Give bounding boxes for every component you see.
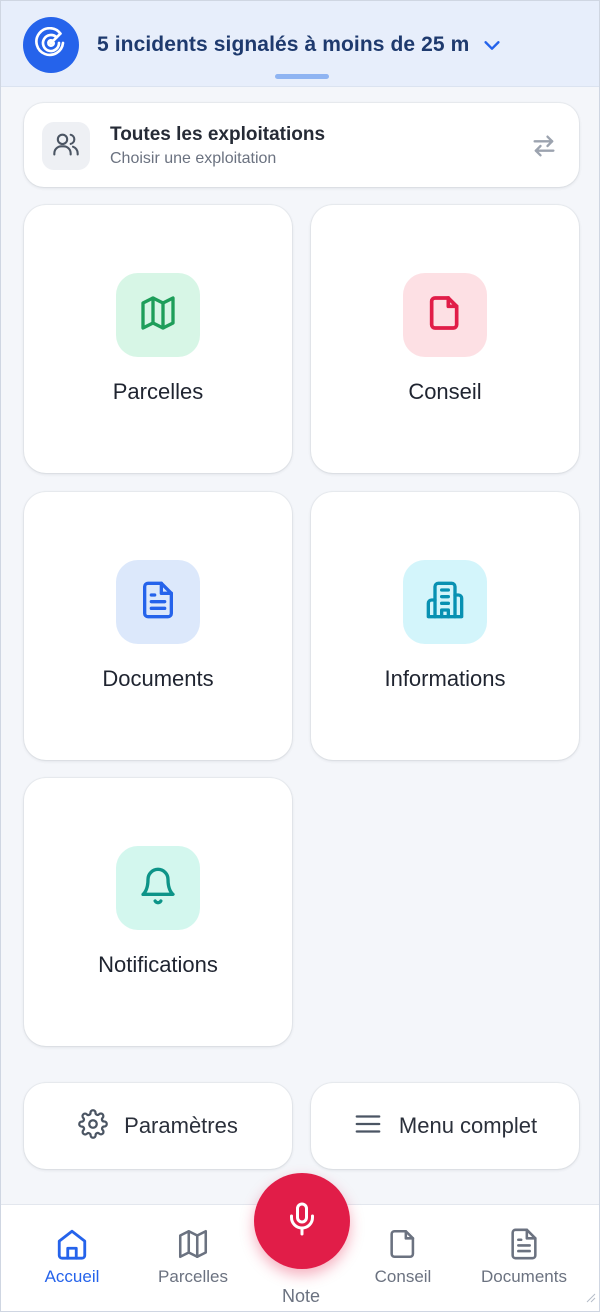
tile-conseil[interactable]: Conseil [311,205,579,473]
file-text-icon [469,1227,579,1261]
tile-icon-bg [403,273,487,357]
full-menu-label: Menu complet [398,1113,538,1138]
document-icon [425,293,465,338]
nav-label: Parcelles [158,1267,228,1286]
menu-icon [353,1109,383,1144]
tile-informations[interactable]: Informations [311,492,579,760]
settings-label: Paramètres [124,1113,238,1138]
radar-icon [35,26,67,64]
tile-label: Conseil [408,379,482,404]
tile-parcelles[interactable]: Parcelles [24,205,292,473]
incident-banner[interactable]: 5 incidents signalés à moins de 25 m [1,1,599,87]
farm-selector[interactable]: Toutes les exploitations Choisir une exp… [24,103,579,187]
nav-label: Accueil [44,1267,100,1286]
nav-label: Documents [481,1267,567,1286]
tile-label: Informations [384,666,506,691]
tile-icon-bg [116,273,200,357]
nav-item-conseil[interactable]: Conseil [348,1227,458,1297]
map-icon [138,293,178,338]
chevron-down-icon[interactable] [481,34,503,61]
tile-documents[interactable]: Documents [24,492,292,760]
tile-icon-bg [403,560,487,644]
bell-icon [138,866,178,911]
file-text-icon [138,580,178,625]
settings-button[interactable]: Paramètres [24,1083,292,1169]
tile-notifications[interactable]: Notifications [24,778,292,1046]
radar-button[interactable] [23,17,79,73]
farm-subtitle: Choisir une exploitation [110,150,277,167]
voice-note-button[interactable] [254,1173,350,1269]
tile-label: Notifications [98,952,218,977]
gear-icon [78,1108,108,1144]
farm-title: Toutes les exploitations [110,124,326,145]
resize-grip-icon[interactable] [584,1290,596,1308]
swap-icon[interactable] [530,132,558,165]
app-screen: 5 incidents signalés à moins de 25 m Tou… [0,0,600,1312]
document-icon [348,1227,458,1261]
map-icon [138,1227,248,1261]
tile-icon-bg [116,560,200,644]
users-icon [52,130,80,163]
incident-summary: 5 incidents signalés à moins de 25 m [97,33,470,56]
drag-handle[interactable] [275,74,329,79]
home-icon [17,1227,127,1261]
tile-label: Documents [102,666,214,691]
nav-item-documents[interactable]: Documents [469,1227,579,1297]
nav-item-accueil[interactable]: Accueil [17,1227,127,1297]
farm-avatar [42,122,90,170]
building-icon [425,580,465,625]
tile-icon-bg [116,846,200,930]
nav-label: Conseil [374,1267,432,1286]
tile-label: Parcelles [112,379,204,404]
voice-note-label: Note [281,1286,321,1306]
full-menu-button[interactable]: Menu complet [311,1083,579,1169]
microphone-icon [284,1201,320,1242]
nav-item-parcelles[interactable]: Parcelles [138,1227,248,1297]
